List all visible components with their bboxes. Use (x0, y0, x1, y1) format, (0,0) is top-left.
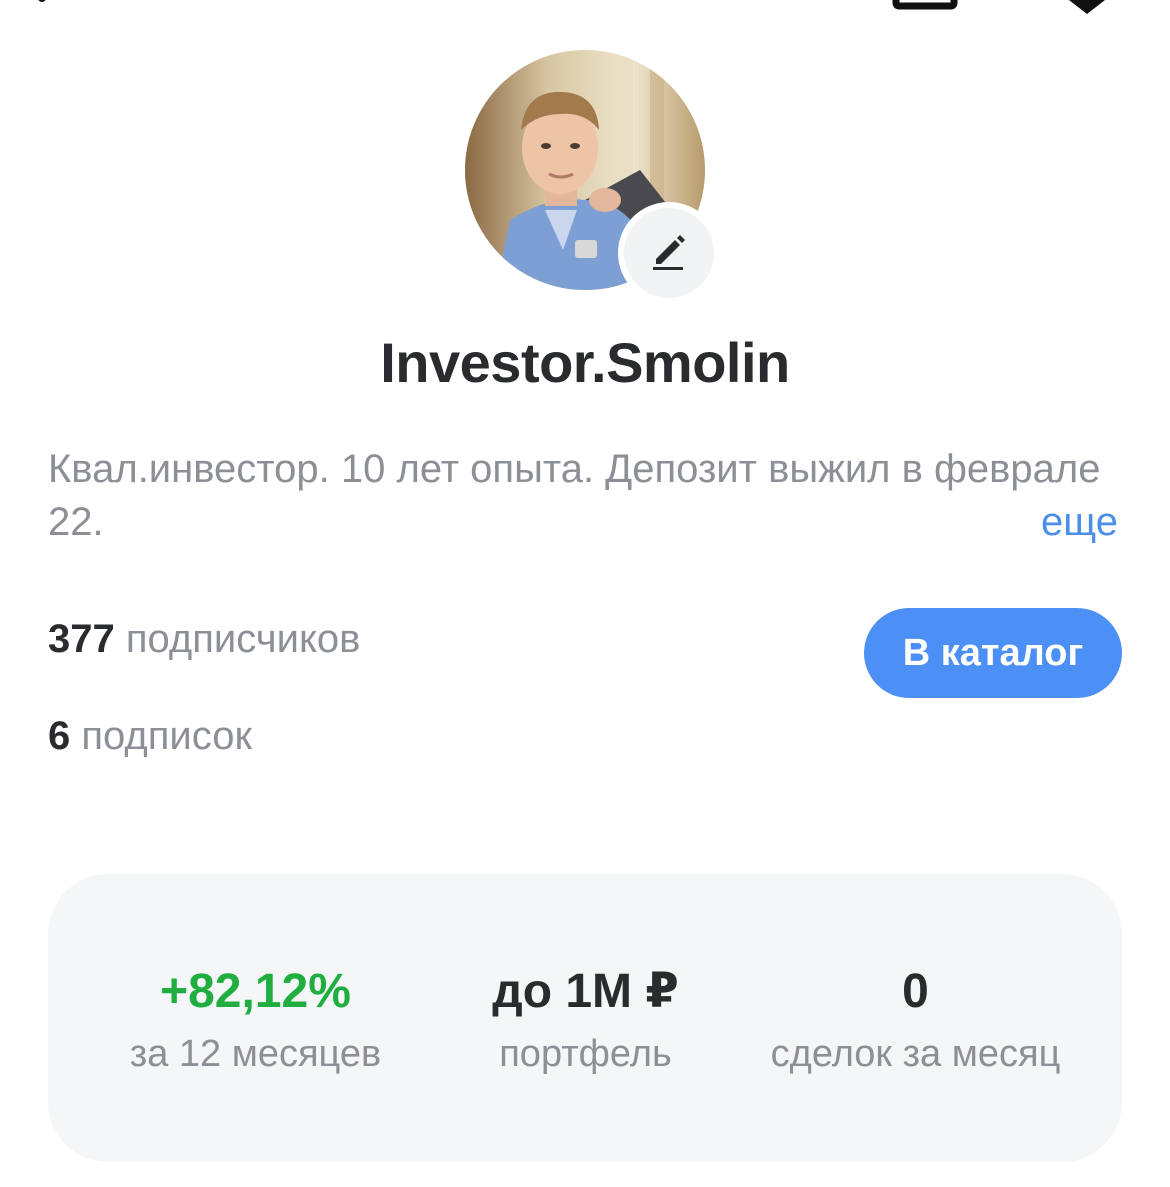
menu-icon[interactable] (1052, 0, 1122, 18)
share-icon[interactable] (890, 0, 960, 16)
deals-value: 0 (902, 965, 929, 1018)
followers-count: 377 (48, 617, 115, 661)
return-value: +82,12% (160, 965, 351, 1018)
following-count: 6 (48, 714, 71, 758)
return-caption: за 12 месяцев (129, 1033, 382, 1075)
stat-deals: 0 сделок за месяц (748, 964, 1083, 1078)
deals-caption: сделок за месяц (770, 1033, 1061, 1075)
followers-link[interactable]: 377 подписчиков (48, 617, 360, 662)
edit-avatar-button[interactable] (624, 208, 714, 298)
chevron-left-icon[interactable] (28, 0, 88, 24)
bio-more-link[interactable]: еще (1041, 496, 1118, 549)
portfolio-caption: портфель (499, 1033, 672, 1075)
username: Investor.Smolin (380, 331, 790, 394)
portfolio-value: до 1M ₽ (492, 965, 679, 1018)
stat-return: +82,12% за 12 месяцев (103, 964, 408, 1078)
followers-label: подписчиков (125, 617, 361, 661)
profile-page: Investor.Smolin Квал.инвестор. 10 лет оп… (0, 0, 1170, 1187)
catalog-button[interactable]: В каталог (864, 608, 1122, 698)
bio-text: Квал.инвестор. 10 лет опыта. Депозит выж… (48, 447, 1101, 544)
stats-card: +82,12% за 12 месяцев до 1M ₽ портфель 0… (48, 874, 1122, 1162)
following-link[interactable]: 6 подписок (48, 714, 252, 759)
stat-portfolio: до 1M ₽ портфель (458, 964, 713, 1078)
following-label: подписок (81, 714, 252, 758)
pencil-icon (649, 231, 689, 276)
